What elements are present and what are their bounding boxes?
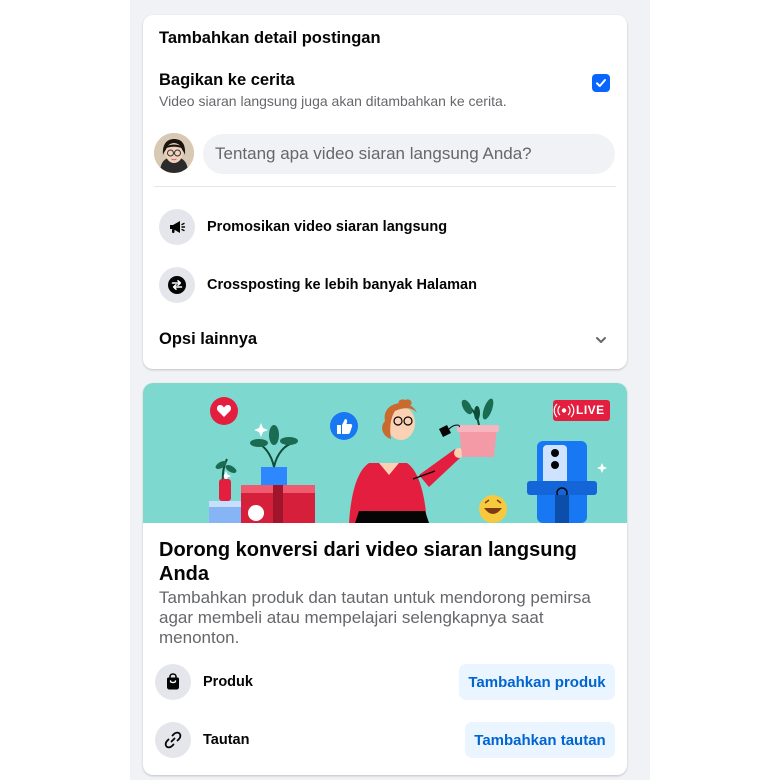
crosspost-icon (159, 267, 195, 303)
section-title: Tambahkan detail postingan (159, 29, 381, 47)
live-shopping-illustration: LIVE (143, 383, 627, 523)
crosspost-label: Crossposting ke lebih banyak Halaman (207, 277, 477, 293)
promote-live-label: Promosikan video siaran langsung (207, 219, 448, 235)
more-options-label: Opsi lainnya (159, 330, 258, 348)
product-label: Produk (203, 674, 253, 690)
conversion-title: Dorong konversi dari video siaran langsu… (159, 539, 577, 585)
share-story-checkbox[interactable] (592, 74, 610, 92)
post-details-card: Tambahkan detail postingan Bagikan ke ce… (143, 15, 627, 369)
conversion-card: LIVE Dorong konversi dari video siaran l… (143, 383, 627, 775)
checkmark-icon (596, 79, 606, 87)
share-story-subtitle: Video siaran langsung juga akan ditambah… (159, 93, 507, 109)
shopping-bag-icon (155, 664, 191, 700)
avatar[interactable] (154, 133, 194, 173)
divider (154, 186, 616, 187)
add-product-button[interactable]: Tambahkan produk (459, 664, 615, 700)
link-label: Tautan (203, 732, 250, 748)
chevron-down-icon (596, 337, 606, 343)
live-badge-label: LIVE (576, 403, 605, 417)
link-icon (155, 722, 191, 758)
megaphone-icon (159, 209, 195, 245)
composer-placeholder: Tentang apa video siaran langsung Anda? (215, 144, 532, 163)
feed-column: Tambahkan detail postingan Bagikan ke ce… (130, 0, 650, 780)
add-link-button[interactable]: Tambahkan tautan (465, 722, 615, 758)
conversion-description: Tambahkan produk dan tautan untuk mendor… (159, 588, 591, 647)
live-description-input[interactable]: Tentang apa video siaran langsung Anda? (203, 134, 615, 174)
share-story-title: Bagikan ke cerita (159, 71, 295, 89)
